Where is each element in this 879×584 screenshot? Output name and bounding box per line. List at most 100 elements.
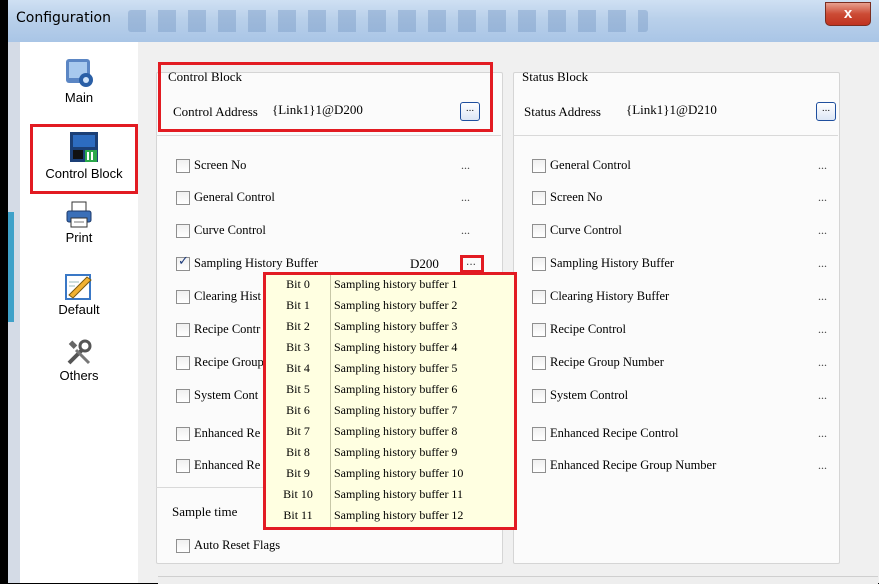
bit-description: Sampling history buffer 9 xyxy=(334,445,458,459)
bit-label: Bit 9 xyxy=(286,466,310,480)
title-bar[interactable]: Configuration x xyxy=(8,0,879,42)
bit-description: Sampling history buffer 4 xyxy=(334,340,458,354)
row-browse-dots[interactable]: ... xyxy=(461,158,470,173)
checkbox[interactable] xyxy=(532,159,546,173)
sampling-buffer-browse-dots[interactable]: ... xyxy=(466,254,476,268)
row-browse-dots[interactable]: ... xyxy=(818,223,827,238)
checkbox[interactable] xyxy=(176,389,190,403)
row-browse-dots[interactable]: ... xyxy=(818,190,827,205)
status-cb-row-enhanced-recipe-control[interactable]: Enhanced Recipe Control ... xyxy=(532,426,832,444)
sidebar-item-label: Print xyxy=(65,230,93,245)
popup-row[interactable]: Bit 1 Sampling history buffer 2 xyxy=(266,296,514,317)
checkbox[interactable] xyxy=(532,323,546,337)
checkbox-label: Screen No xyxy=(550,190,603,204)
checkbox[interactable] xyxy=(532,257,546,271)
checkbox[interactable] xyxy=(176,224,190,238)
configuration-window: Configuration x Main Control Block Print… xyxy=(8,0,879,584)
popup-row[interactable]: Bit 4 Sampling history buffer 5 xyxy=(266,359,514,380)
row-browse-dots[interactable]: ... xyxy=(818,322,827,337)
checkbox[interactable] xyxy=(532,427,546,441)
sample-time-label: Sample time xyxy=(172,504,238,519)
main-icon xyxy=(66,59,93,87)
checkbox[interactable] xyxy=(176,159,190,173)
cb-row-general-control[interactable]: General Control ... xyxy=(176,190,496,208)
checkbox-label: Screen No xyxy=(194,158,247,172)
close-button[interactable]: x xyxy=(825,2,871,26)
checkbox-checked[interactable] xyxy=(176,254,190,271)
status-cb-row-sampling-history-buffer[interactable]: Sampling History Buffer ... xyxy=(532,256,832,274)
cb-row-auto-reset-flags[interactable]: Auto Reset Flags xyxy=(176,538,376,556)
checkbox[interactable] xyxy=(532,356,546,370)
bit-label: Bit 1 xyxy=(286,298,310,312)
row-browse-dots[interactable]: ... xyxy=(461,190,470,205)
status-cb-row-recipe-control[interactable]: Recipe Control ... xyxy=(532,322,832,340)
bit-description: Sampling history buffer 10 xyxy=(334,466,464,480)
checkbox-label: Enhanced Re xyxy=(194,426,261,440)
checkbox[interactable] xyxy=(176,356,190,370)
category-sidebar: Main Control Block Print Default Others xyxy=(20,42,138,583)
popup-row[interactable]: Bit 3 Sampling history buffer 4 xyxy=(266,338,514,359)
control-block-title: Control Block xyxy=(168,69,243,84)
popup-row[interactable]: Bit 10 Sampling history buffer 11 xyxy=(266,485,514,506)
checkbox[interactable] xyxy=(532,191,546,205)
row-browse-dots[interactable]: ... xyxy=(818,458,827,473)
checkbox-label: General Control xyxy=(194,190,275,204)
checkbox[interactable] xyxy=(532,389,546,403)
checkbox[interactable] xyxy=(176,191,190,205)
sidebar-item-print[interactable]: Print xyxy=(20,200,138,256)
status-cb-row-clearing-history-buffer[interactable]: Clearing History Buffer ... xyxy=(532,289,832,307)
cb-row-curve-control[interactable]: Curve Control ... xyxy=(176,223,496,241)
row-browse-dots[interactable]: ... xyxy=(818,289,827,304)
popup-row[interactable]: Bit 6 Sampling history buffer 7 xyxy=(266,401,514,422)
sidebar-item-others[interactable]: Others xyxy=(20,338,138,396)
sidebar-item-control-block[interactable]: Control Block xyxy=(30,124,138,194)
popup-row[interactable]: Bit 7 Sampling history buffer 8 xyxy=(266,422,514,443)
popup-row[interactable]: Bit 0 Sampling history buffer 1 xyxy=(266,275,514,296)
bit-selection-popup: Bit 0 Sampling history buffer 1 Bit 1 Samp… xyxy=(263,272,517,530)
checkbox[interactable] xyxy=(176,323,190,337)
status-cb-row-screen-no[interactable]: Screen No ... xyxy=(532,190,832,208)
checkbox-label: General Control xyxy=(550,158,631,172)
default-icon xyxy=(65,274,92,300)
cb-row-screen-no[interactable]: Screen No ... xyxy=(176,158,496,176)
checkbox[interactable] xyxy=(532,224,546,238)
status-address-label: Status Address xyxy=(524,104,601,119)
tools-icon xyxy=(67,339,92,365)
row-browse-dots[interactable]: ... xyxy=(818,426,827,441)
checkbox-label: Clearing Hist xyxy=(194,289,262,303)
status-cb-row-curve-control[interactable]: Curve Control ... xyxy=(532,223,832,241)
status-cb-row-system-control[interactable]: System Control ... xyxy=(532,388,832,406)
sidebar-item-main[interactable]: Main xyxy=(20,56,138,118)
status-cb-row-general-control[interactable]: General Control ... xyxy=(532,158,832,176)
row-browse-dots[interactable]: ... xyxy=(818,355,827,370)
checkbox[interactable] xyxy=(176,459,190,473)
checkbox[interactable] xyxy=(532,290,546,304)
status-cb-row-enhanced-recipe-group-number[interactable]: Enhanced Recipe Group Number ... xyxy=(532,458,832,476)
popup-row[interactable]: Bit 11 Sampling history buffer 12 xyxy=(266,506,514,527)
checkbox[interactable] xyxy=(176,290,190,304)
row-browse-dots[interactable]: ... xyxy=(818,256,827,271)
popup-row[interactable]: Bit 9 Sampling history buffer 10 xyxy=(266,464,514,485)
status-address-value[interactable]: {Link1}1@D210 xyxy=(626,102,717,118)
control-address-browse-button[interactable]: ... xyxy=(460,102,480,121)
checkbox[interactable] xyxy=(176,427,190,441)
checkbox-label: Enhanced Recipe Control xyxy=(550,426,679,440)
checkbox[interactable] xyxy=(176,539,190,553)
popup-row[interactable]: Bit 2 Sampling history buffer 3 xyxy=(266,317,514,338)
bit-label: Bit 6 xyxy=(286,403,310,417)
checkbox-label: Sampling History Buffer xyxy=(194,256,319,270)
row-browse-dots[interactable]: ... xyxy=(461,223,470,238)
status-address-browse-button[interactable]: ... xyxy=(816,102,836,121)
status-cb-row-recipe-group-number[interactable]: Recipe Group Number ... xyxy=(532,355,832,373)
left-window-edge xyxy=(8,42,20,583)
row-browse-dots[interactable]: ... xyxy=(818,158,827,173)
row-browse-dots[interactable]: ... xyxy=(818,388,827,403)
checkbox[interactable] xyxy=(532,459,546,473)
popup-row[interactable]: Bit 5 Sampling history buffer 6 xyxy=(266,380,514,401)
popup-row[interactable]: Bit 8 Sampling history buffer 9 xyxy=(266,443,514,464)
control-address-value[interactable]: {Link1}1@D200 xyxy=(272,102,363,118)
checkbox-label: Recipe Control xyxy=(550,322,627,336)
sidebar-item-label: Default xyxy=(58,302,100,317)
bit-description: Sampling history buffer 5 xyxy=(334,361,458,375)
sidebar-item-default[interactable]: Default xyxy=(20,270,138,328)
